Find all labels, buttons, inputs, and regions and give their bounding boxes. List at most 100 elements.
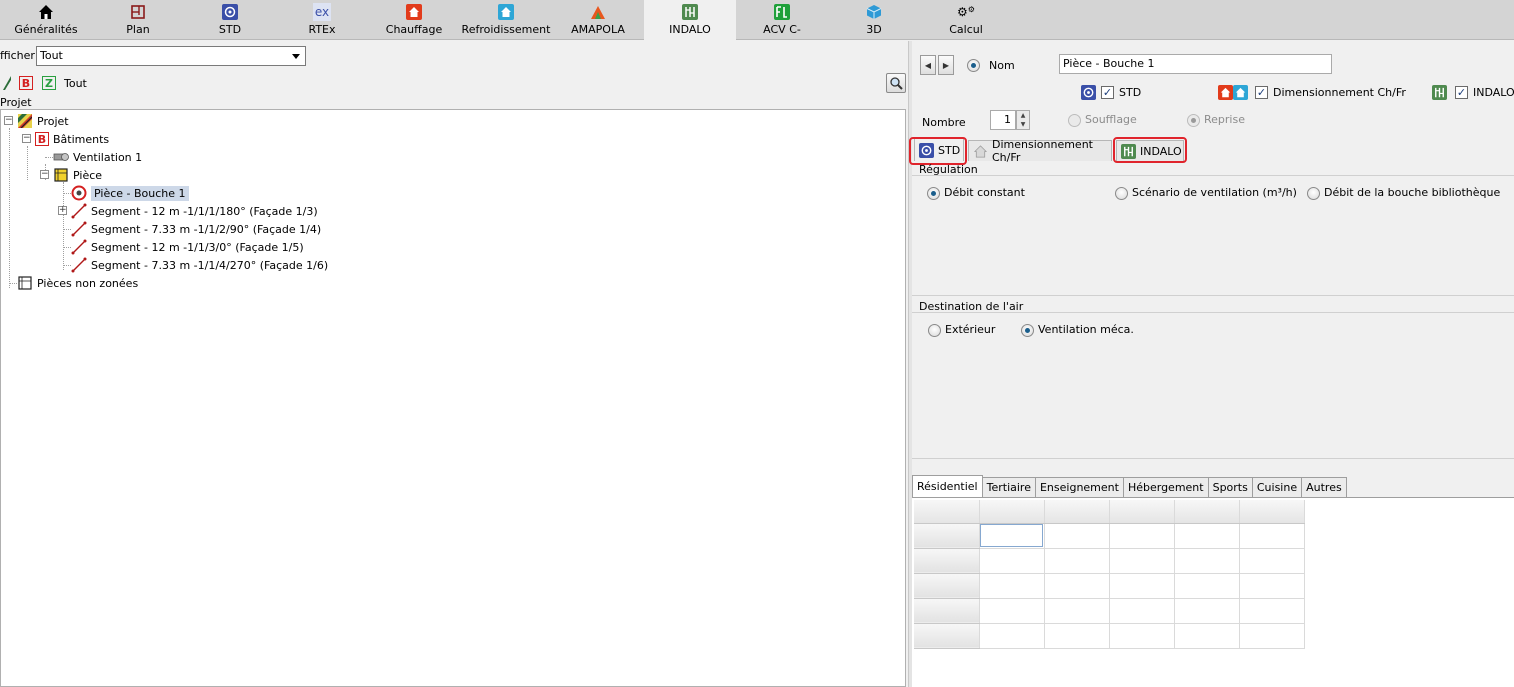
collapse-icon[interactable]: − [4, 116, 13, 125]
tree-item-segment-2[interactable]: Segment - 7.33 m -1/1/2/90° (Façade 1/4) [71, 220, 321, 238]
grid-cell[interactable] [1109, 623, 1175, 649]
zone-filter-icon[interactable]: Z [42, 76, 56, 90]
grid-cell[interactable] [1044, 548, 1110, 574]
grid-cell[interactable] [1174, 548, 1240, 574]
collapse-icon[interactable]: − [40, 170, 49, 179]
std-checkbox[interactable]: ✓ [1101, 86, 1114, 99]
grid-cell[interactable] [979, 623, 1045, 649]
grid-cell[interactable] [1044, 573, 1110, 599]
projet-filter-icon[interactable] [0, 76, 14, 90]
tab-hebergement[interactable]: Hébergement [1122, 477, 1209, 497]
tree-item-projet[interactable]: Projet [17, 112, 69, 130]
grid-cell[interactable] [1109, 523, 1175, 549]
nombre-label: Nombre [922, 116, 966, 129]
toolbar-std[interactable]: STD [184, 0, 276, 40]
exterieur-radio[interactable] [928, 324, 941, 337]
grid-row-header[interactable] [914, 623, 980, 649]
debit-constant-radio[interactable] [927, 187, 940, 200]
grid-cell[interactable] [1239, 598, 1305, 624]
tab-sports[interactable]: Sports [1207, 477, 1253, 497]
grid-column-header[interactable] [1239, 500, 1305, 524]
debit-bibliotheque-radio[interactable] [1307, 187, 1320, 200]
tab-residentiel[interactable]: Résidentiel [912, 475, 983, 497]
grid-row-header[interactable] [914, 523, 980, 549]
grid-cell[interactable] [979, 548, 1045, 574]
toolbar-chauffage[interactable]: Chauffage [368, 0, 460, 40]
grid-column-header[interactable] [1044, 500, 1110, 524]
project-tree[interactable]: − Projet − B Bâtiments Ventilation 1 − P [0, 109, 906, 687]
grid-row-header[interactable] [914, 548, 980, 574]
toolbar-3d[interactable]: 3D [828, 0, 920, 40]
nombre-stepper[interactable]: ▲ ▼ [1016, 110, 1030, 130]
grid-cell[interactable] [1174, 598, 1240, 624]
ventilation-meca-label: Ventilation méca. [1038, 323, 1134, 336]
grid-cell[interactable] [1239, 548, 1305, 574]
stepper-up-icon[interactable]: ▲ [1017, 111, 1029, 120]
next-button[interactable]: ▶ [938, 55, 954, 75]
grid-cell[interactable] [1174, 623, 1240, 649]
ventilation-meca-radio[interactable] [1021, 324, 1034, 337]
grid-cell[interactable] [1044, 598, 1110, 624]
soufflage-radio[interactable] [1068, 114, 1081, 127]
nom-radio[interactable] [967, 59, 980, 72]
reprise-radio[interactable] [1187, 114, 1200, 127]
grid-column-header[interactable] [1109, 500, 1175, 524]
tree-item-piece[interactable]: Pièce [53, 166, 102, 184]
tree-item-pieces-non-zonees[interactable]: Pièces non zonées [17, 274, 138, 292]
grid-row-header[interactable] [914, 598, 980, 624]
grid-cell[interactable] [1239, 573, 1305, 599]
stepper-down-icon[interactable]: ▼ [1017, 120, 1029, 129]
previous-button[interactable]: ◀ [920, 55, 936, 75]
nombre-input[interactable]: 1 [990, 110, 1016, 130]
tree-item-segment-1[interactable]: Segment - 12 m -1/1/1/180° (Façade 1/3) [71, 202, 318, 220]
toolbar-rtex[interactable]: ex RTEx [276, 0, 368, 40]
search-button[interactable] [886, 73, 906, 93]
toolbar-calcul[interactable]: ⚙ ⚙ Calcul [920, 0, 1012, 40]
grid-row-header[interactable] [914, 573, 980, 599]
grid-cell[interactable] [979, 573, 1045, 599]
grid-cell[interactable] [1109, 573, 1175, 599]
tree-item-ventilation[interactable]: Ventilation 1 [53, 148, 142, 166]
tree-item-piece-bouche[interactable]: Pièce - Bouche 1 [71, 184, 189, 202]
grid-cell[interactable] [1174, 573, 1240, 599]
tree-guide [63, 229, 71, 230]
afficher-select[interactable]: Tout [36, 46, 306, 66]
tab-dimensionnement[interactable]: Dimensionnement Ch/Fr [968, 138, 1112, 164]
filter-all-label[interactable]: Tout [64, 77, 87, 90]
tree-item-batiments[interactable]: B Bâtiments [35, 130, 109, 148]
nom-input[interactable]: Pièce - Bouche 1 [1059, 54, 1332, 74]
grid-cell[interactable] [979, 598, 1045, 624]
grid-cell[interactable] [1109, 598, 1175, 624]
tree-item-segment-4[interactable]: Segment - 7.33 m -1/1/4/270° (Façade 1/6… [71, 256, 328, 274]
toolbar-acv[interactable]: ACV C- [736, 0, 828, 40]
data-grid[interactable] [912, 497, 1514, 687]
grid-column-header[interactable] [979, 500, 1045, 524]
expand-icon[interactable]: + [58, 206, 67, 215]
grid-cell[interactable] [1174, 523, 1240, 549]
tab-cuisine[interactable]: Cuisine [1251, 477, 1303, 497]
grid-cell[interactable] [1109, 548, 1175, 574]
scenario-ventilation-radio[interactable] [1115, 187, 1128, 200]
grid-cell[interactable] [1044, 623, 1110, 649]
toolbar-plan[interactable]: Plan [92, 0, 184, 40]
grid-cell[interactable] [979, 523, 1045, 549]
tree-item-segment-3[interactable]: Segment - 12 m -1/1/3/0° (Façade 1/5) [71, 238, 304, 256]
grid-column-header[interactable] [1174, 500, 1240, 524]
toolbar-amapola[interactable]: AMAPOLA [552, 0, 644, 40]
tree-item-label: Segment - 7.33 m -1/1/4/270° (Façade 1/6… [91, 258, 329, 272]
tab-enseignement[interactable]: Enseignement [1034, 477, 1124, 497]
grid-cell[interactable] [1239, 523, 1305, 549]
indalo-checkbox[interactable]: ✓ [1455, 86, 1468, 99]
batiment-filter-icon[interactable]: B [19, 76, 33, 90]
tab-tertiaire[interactable]: Tertiaire [981, 477, 1036, 497]
toolbar-indalo[interactable]: INDALO [644, 0, 736, 41]
highlight-indalo-tab [1113, 137, 1187, 163]
tab-autres[interactable]: Autres [1301, 477, 1347, 497]
grid-cell[interactable] [1239, 623, 1305, 649]
dimensionnement-checkbox[interactable]: ✓ [1255, 86, 1268, 99]
collapse-icon[interactable]: − [22, 134, 31, 143]
grid-cell[interactable] [1044, 523, 1110, 549]
tree-guide [9, 128, 10, 288]
toolbar-generalites[interactable]: Généralités [0, 0, 92, 40]
toolbar-refroidissement[interactable]: Refroidissement [460, 0, 552, 40]
